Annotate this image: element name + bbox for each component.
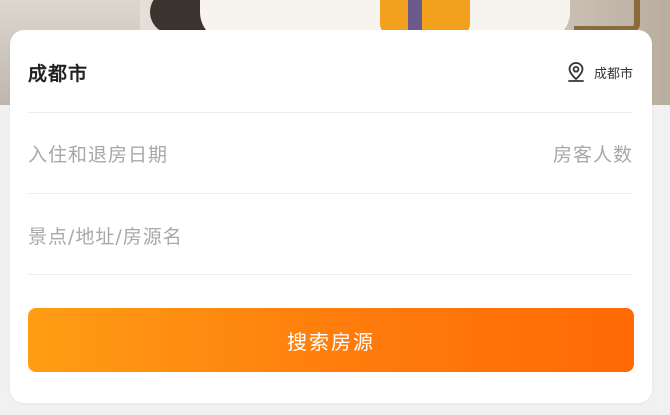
guests-field[interactable]: 房客人数 [553,140,633,167]
divider [28,193,633,194]
hero-bed-runner [380,0,470,34]
current-location-button[interactable]: 成都市 [566,61,633,83]
search-listings-button[interactable]: 搜索房源 [28,308,634,372]
city-row[interactable]: 成都市 成都市 [28,52,633,92]
current-location-label: 成都市 [593,66,633,82]
location-pin-icon [568,62,584,82]
hero-runner-stripe [408,0,422,34]
search-button-label: 搜索房源 [287,329,375,354]
keyword-row: 景点/地址/房源名 [28,215,633,255]
city-selector[interactable]: 成都市 [28,59,88,86]
search-card: 成都市 成都市 入住和退房日期 房客人数 景点/地址/房源名 搜索房源 [10,30,652,403]
divider [28,274,633,275]
keyword-search-field[interactable]: 景点/地址/房源名 [28,222,183,249]
hero-furniture [574,0,640,32]
date-guests-row: 入住和退房日期 房客人数 [28,133,633,173]
date-range-field[interactable]: 入住和退房日期 [28,140,168,167]
divider [28,112,633,113]
